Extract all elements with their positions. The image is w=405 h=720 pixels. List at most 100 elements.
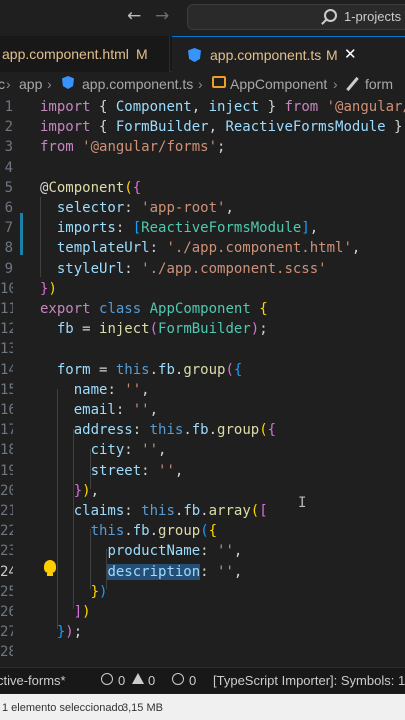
line-number: 4 <box>4 159 13 176</box>
code-token: , <box>149 402 159 418</box>
status-branch[interactable]: ctive-forms* <box>0 673 66 688</box>
code-line[interactable]: 1 import { Component, inject } from '@ang… <box>0 97 405 117</box>
code-token: this <box>115 361 150 378</box>
code-text: fb = inject(FormBuilder); <box>40 319 268 339</box>
status-language[interactable]: [TypeScript Importer]: Symbols: 19 <box>213 673 405 688</box>
code-text: }) <box>40 582 108 602</box>
ports-icon <box>172 673 184 685</box>
code-text: import { FormBuilder, ReactiveFormsModul… <box>40 117 402 137</box>
code-token: ( <box>149 321 159 338</box>
code-token: AppComponent <box>149 301 251 317</box>
line-number: 9 <box>4 260 13 277</box>
code-token: } <box>73 482 83 499</box>
code-line[interactable]: 3 from '@angular/forms'; <box>0 137 405 157</box>
code-line[interactable]: 9 styleUrl: './app.component.scss' <box>0 259 405 279</box>
code-line[interactable]: 23 productName: '', <box>0 541 405 561</box>
code-line[interactable]: 13 <box>0 339 405 359</box>
code-token: ; <box>217 139 226 156</box>
close-icon[interactable]: ✕ <box>344 37 357 73</box>
code-token: , <box>208 119 226 136</box>
code-token: array <box>208 503 251 519</box>
code-token: } <box>90 583 100 600</box>
code-token: , <box>233 563 243 580</box>
code-line[interactable]: 2 import { FormBuilder, ReactiveFormsModu… <box>0 117 405 137</box>
code-line[interactable]: 17 address: this.fb.group({ <box>0 420 405 440</box>
modified-indicator: M <box>136 46 148 62</box>
code-token: '' <box>158 462 175 479</box>
code-token: group <box>217 422 260 439</box>
code-token: , <box>90 482 100 499</box>
code-token: inject <box>208 99 260 115</box>
breadcrumb-item-form[interactable]: form <box>365 76 393 92</box>
code-line[interactable]: 22 this.fb.group({ <box>0 521 405 541</box>
code-token: { <box>208 523 218 540</box>
tab-app-component-html[interactable]: app.component.html M <box>0 36 170 72</box>
code-token: { <box>233 361 243 378</box>
code-line[interactable]: 5 @Component({ <box>0 178 405 198</box>
code-token: ( <box>259 422 268 439</box>
code-line[interactable]: 19 street: '', <box>0 461 405 481</box>
tab-app-component-ts[interactable]: app.component.ts M ✕ <box>172 36 405 72</box>
code-token: = <box>90 361 116 378</box>
code-editor[interactable]: I 1 import { Component, inject } from '@a… <box>0 97 405 664</box>
code-text: templateUrl: './app.component.html', <box>40 238 360 258</box>
code-token: : <box>200 543 218 560</box>
forward-arrow-icon[interactable]: → <box>155 6 169 26</box>
code-line[interactable]: 7 imports: [ReactiveFormsModule], <box>0 218 405 238</box>
code-token: templateUrl <box>56 240 150 257</box>
code-token: productName <box>107 543 201 560</box>
breadcrumb-item-c[interactable]: c <box>0 76 5 92</box>
code-line[interactable]: 14 form = this.fb.group({ <box>0 360 405 380</box>
code-line[interactable]: 18 city: '', <box>0 440 405 460</box>
code-line[interactable]: 6 selector: 'app-root', <box>0 198 405 218</box>
code-token: , <box>158 442 167 459</box>
code-line[interactable]: 27 }); <box>0 622 405 642</box>
code-line[interactable]: 4 <box>0 158 405 178</box>
code-token: [ <box>259 503 268 519</box>
code-text: export class AppComponent { <box>40 299 268 319</box>
line-number: 23 <box>0 543 13 560</box>
code-token: export <box>40 301 91 317</box>
code-line[interactable]: 25 }) <box>0 582 405 602</box>
code-token: styleUrl <box>56 260 125 277</box>
tab-label: app.component.ts <box>210 47 322 63</box>
code-line[interactable]: 20 }), <box>0 481 405 501</box>
command-center-search[interactable]: 1-projects <box>187 4 405 30</box>
code-line[interactable]: 16 email: '', <box>0 400 405 420</box>
code-line[interactable]: 8 templateUrl: './app.component.html', <box>0 238 405 258</box>
code-token: inject <box>99 321 150 338</box>
code-line[interactable]: 24 description: '', <box>0 562 405 582</box>
breadcrumb: c › app › app.component.ts › AppComponen… <box>0 73 405 97</box>
code-token: street <box>90 462 142 479</box>
status-errors[interactable]: 0 <box>118 673 125 688</box>
line-number: 6 <box>4 200 13 216</box>
code-text: imports: [ReactiveFormsModule], <box>40 218 318 238</box>
back-arrow-icon[interactable]: ← <box>127 6 141 26</box>
code-line[interactable]: 28 <box>0 642 405 662</box>
line-number: 13 <box>0 341 13 358</box>
code-line[interactable]: 11 export class AppComponent { <box>0 299 405 319</box>
code-line[interactable]: 15 name: '', <box>0 380 405 400</box>
breadcrumb-item-file[interactable]: app.component.ts <box>82 76 193 92</box>
code-line[interactable]: 21 claims: this.fb.array([ <box>0 501 405 521</box>
code-line[interactable]: 10}) <box>0 279 405 299</box>
angular-icon <box>188 48 201 62</box>
status-ports[interactable]: 0 <box>189 673 196 688</box>
code-token: , <box>309 220 319 237</box>
code-token: Component <box>115 99 192 115</box>
code-token: ) <box>65 624 74 641</box>
code-line[interactable]: 26 ]) <box>0 602 405 622</box>
breadcrumb-item-app[interactable]: app <box>19 76 42 92</box>
status-warnings[interactable]: 0 <box>148 673 155 688</box>
code-token: ) <box>250 321 260 338</box>
code-line[interactable]: 12 fb = inject(FormBuilder); <box>0 319 405 339</box>
breadcrumb-item-class[interactable]: AppComponent <box>230 76 327 92</box>
